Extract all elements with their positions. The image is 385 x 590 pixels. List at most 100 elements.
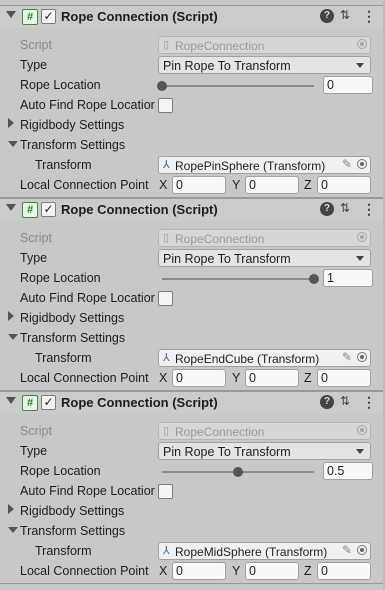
- transform-field[interactable]: ⅄ RopePinSphere (Transform) ✎: [158, 156, 371, 174]
- y-field[interactable]: 0: [245, 369, 299, 387]
- y-axis-label[interactable]: Y: [232, 564, 240, 578]
- chevron-right-icon[interactable]: [8, 118, 14, 128]
- z-axis-label[interactable]: Z: [304, 178, 312, 192]
- presets-icon[interactable]: ⇅: [340, 394, 350, 408]
- rope-location-slider[interactable]: [162, 278, 314, 280]
- z-field[interactable]: 0: [317, 369, 371, 387]
- chevron-down-icon[interactable]: [8, 334, 18, 340]
- help-icon[interactable]: ?: [320, 9, 334, 23]
- help-icon[interactable]: ?: [320, 395, 334, 409]
- component-header[interactable]: # ✓ Rope Connection (Script) ? ⇅ ⋮: [0, 198, 385, 222]
- component-header[interactable]: # ✓ Rope Connection (Script) ? ⇅ ⋮: [0, 5, 385, 29]
- inspector-panel: # ✓ Rope Connection (Script) ? ⇅ ⋮ Scrip…: [0, 0, 385, 590]
- z-axis-label[interactable]: Z: [304, 371, 312, 385]
- script-icon: #: [22, 9, 38, 25]
- y-axis-label[interactable]: Y: [232, 371, 240, 385]
- z-field[interactable]: 0: [317, 562, 371, 580]
- script-asset-icon: ▯: [163, 39, 170, 51]
- foldout-arrow-icon[interactable]: [6, 397, 16, 404]
- x-field[interactable]: 0: [172, 176, 226, 194]
- component-title: Rope Connection (Script): [61, 395, 218, 410]
- transform-icon: ⅄: [163, 352, 170, 364]
- auto-find-label: Auto Find Rope Locatior: [20, 484, 155, 498]
- x-axis-label[interactable]: X: [159, 371, 167, 385]
- z-axis-label[interactable]: Z: [304, 564, 312, 578]
- object-picker-icon: [357, 425, 367, 435]
- chevron-down-icon: [356, 449, 364, 454]
- rigidbody-settings-foldout[interactable]: Rigidbody Settings: [20, 504, 124, 518]
- auto-find-checkbox[interactable]: [158, 98, 173, 113]
- pencil-icon[interactable]: ✎: [342, 157, 352, 171]
- transform-settings-foldout[interactable]: Transform Settings: [20, 138, 125, 152]
- foldout-arrow-icon[interactable]: [6, 11, 16, 18]
- object-picker-icon[interactable]: [357, 352, 367, 362]
- chevron-down-icon[interactable]: [8, 141, 18, 147]
- foldout-arrow-icon[interactable]: [6, 204, 16, 211]
- type-dropdown[interactable]: Pin Rope To Transform: [158, 442, 371, 460]
- kebab-menu-icon[interactable]: ⋮: [362, 201, 376, 218]
- rope-location-field[interactable]: 0: [323, 76, 373, 94]
- transform-field[interactable]: ⅄ RopeEndCube (Transform) ✎: [158, 349, 371, 367]
- rope-location-label: Rope Location: [20, 78, 101, 92]
- transform-settings-foldout[interactable]: Transform Settings: [20, 524, 125, 538]
- type-label: Type: [20, 444, 48, 458]
- x-field[interactable]: 0: [172, 369, 226, 387]
- rope-location-field[interactable]: 1: [323, 269, 373, 287]
- script-label: Script: [20, 231, 52, 245]
- script-asset-icon: ▯: [163, 232, 170, 244]
- x-axis-label[interactable]: X: [159, 178, 167, 192]
- auto-find-checkbox[interactable]: [158, 484, 173, 499]
- type-label: Type: [20, 58, 48, 72]
- rope-location-field[interactable]: 0.5: [323, 462, 373, 480]
- object-picker-icon[interactable]: [357, 545, 367, 555]
- presets-icon[interactable]: ⇅: [340, 201, 350, 215]
- y-field[interactable]: 0: [245, 176, 299, 194]
- x-field[interactable]: 0: [172, 562, 226, 580]
- transform-settings-foldout[interactable]: Transform Settings: [20, 331, 125, 345]
- auto-find-label: Auto Find Rope Locatior: [20, 98, 155, 112]
- component-enabled-checkbox[interactable]: ✓: [41, 202, 56, 217]
- component-enabled-checkbox[interactable]: ✓: [41, 9, 56, 24]
- script-field: ▯ RopeConnection: [158, 422, 371, 440]
- type-dropdown[interactable]: Pin Rope To Transform: [158, 249, 371, 267]
- object-picker-icon: [357, 232, 367, 242]
- pencil-icon[interactable]: ✎: [342, 543, 352, 557]
- rope-location-slider[interactable]: [162, 85, 314, 87]
- rope-location-slider-thumb[interactable]: [157, 81, 167, 91]
- component-title: Rope Connection (Script): [61, 9, 218, 24]
- script-asset-icon: ▯: [163, 425, 170, 437]
- type-dropdown[interactable]: Pin Rope To Transform: [158, 56, 371, 74]
- rope-location-slider-thumb[interactable]: [309, 274, 319, 284]
- chevron-right-icon[interactable]: [8, 504, 14, 514]
- y-field[interactable]: 0: [245, 562, 299, 580]
- chevron-right-icon[interactable]: [8, 311, 14, 321]
- rigidbody-settings-foldout[interactable]: Rigidbody Settings: [20, 118, 124, 132]
- script-icon: #: [22, 395, 38, 411]
- transform-label: Transform: [35, 544, 92, 558]
- chevron-down-icon: [356, 63, 364, 68]
- script-icon: #: [22, 202, 38, 218]
- help-icon[interactable]: ?: [320, 202, 334, 216]
- kebab-menu-icon[interactable]: ⋮: [362, 394, 376, 411]
- component-body: Script ▯ RopeConnection Type Pin Rope To…: [0, 221, 385, 391]
- pencil-icon[interactable]: ✎: [342, 350, 352, 364]
- rigidbody-settings-foldout[interactable]: Rigidbody Settings: [20, 311, 124, 325]
- kebab-menu-icon[interactable]: ⋮: [362, 8, 376, 25]
- rope-location-slider-thumb[interactable]: [233, 467, 243, 477]
- auto-find-checkbox[interactable]: [158, 291, 173, 306]
- z-field[interactable]: 0: [317, 176, 371, 194]
- object-picker-icon[interactable]: [357, 159, 367, 169]
- local-connection-point-label: Local Connection Point: [20, 371, 149, 385]
- local-connection-point-label: Local Connection Point: [20, 178, 149, 192]
- x-axis-label[interactable]: X: [159, 564, 167, 578]
- script-label: Script: [20, 424, 52, 438]
- presets-icon[interactable]: ⇅: [340, 8, 350, 22]
- script-label: Script: [20, 38, 52, 52]
- chevron-down-icon[interactable]: [8, 527, 18, 533]
- component-header[interactable]: # ✓ Rope Connection (Script) ? ⇅ ⋮: [0, 391, 385, 415]
- y-axis-label[interactable]: Y: [232, 178, 240, 192]
- component-enabled-checkbox[interactable]: ✓: [41, 395, 56, 410]
- rope-location-label: Rope Location: [20, 464, 101, 478]
- transform-field[interactable]: ⅄ RopeMidSphere (Transform) ✎: [158, 542, 371, 560]
- rope-location-label: Rope Location: [20, 271, 101, 285]
